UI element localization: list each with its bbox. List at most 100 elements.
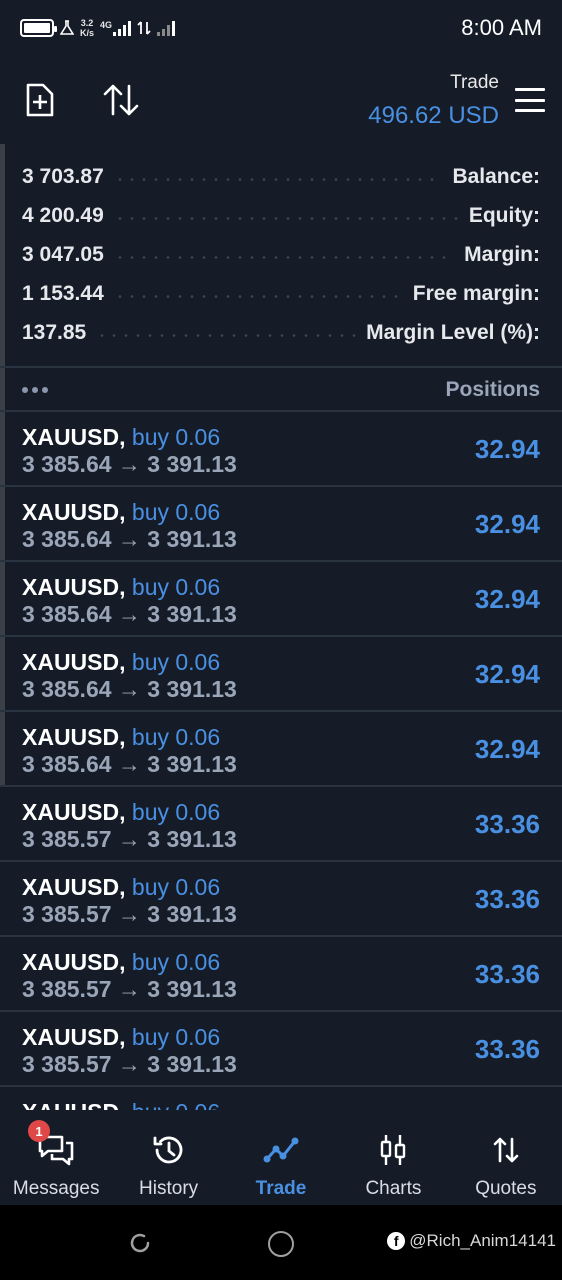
position-symbol: XAUUSD, — [22, 874, 126, 900]
position-symbol: XAUUSD, — [22, 649, 126, 675]
position-profit: 32.94 — [474, 659, 540, 689]
position-profit: 33.36 — [474, 884, 540, 914]
position-profit: 32.94 — [474, 584, 540, 614]
position-side: buy 0.06 — [131, 574, 221, 600]
data-transfer-icon — [137, 21, 151, 35]
position-row[interactable]: XAUUSD, buy 0.06 — [0, 1087, 562, 1110]
position-prices: 3 385.64 → 3 391.13 — [22, 601, 237, 627]
position-symbol: XAUUSD, — [22, 949, 126, 975]
header-balance: 496.62 USD — [368, 102, 499, 129]
status-time: 8:00 AM — [461, 15, 542, 40]
position-symbol: XAUUSD, — [22, 799, 126, 825]
menu-icon[interactable] — [515, 88, 545, 112]
balance-label: Balance: — [452, 164, 540, 188]
dot-leader — [113, 217, 459, 220]
new-order-icon[interactable] — [20, 80, 60, 120]
margin-level-value: 137.85 — [22, 320, 87, 344]
nav-label: Charts — [365, 1178, 422, 1199]
margin-level-label: Margin Level (%): — [366, 320, 540, 344]
position-prices: 3 385.64 → 3 391.13 — [22, 451, 237, 477]
home-button[interactable] — [268, 1231, 294, 1257]
status-bar: 3.2 K/s 4G 8:00 AM — [0, 0, 562, 56]
position-symbol: XAUUSD, — [22, 499, 126, 525]
nav-label: Trade — [255, 1178, 307, 1199]
position-symbol: XAUUSD, — [22, 724, 126, 750]
position-side: buy 0.06 — [131, 424, 221, 450]
flask-icon — [60, 20, 74, 35]
position-side: buy 0.06 — [131, 1024, 221, 1050]
margin-label: Margin: — [464, 242, 540, 266]
position-profit: 32.94 — [474, 509, 540, 539]
position-profit: 32.94 — [474, 734, 540, 764]
position-prices: 3 385.64 → 3 391.13 — [22, 676, 237, 702]
system-nav-bar: f @Rich_Anim14141 — [0, 1205, 562, 1280]
account-summary: 3 703.87 Balance: 4 200.49 Equity: 3 047… — [0, 157, 562, 352]
dot-leader — [113, 178, 443, 181]
nav-messages[interactable]: 1 Messages — [0, 1110, 112, 1205]
free-margin-value: 1 153.44 — [22, 281, 104, 305]
position-symbol: XAUUSD, — [22, 574, 126, 600]
charts-icon — [373, 1130, 413, 1170]
facebook-icon: f — [387, 1232, 406, 1250]
position-row[interactable]: XAUUSD, buy 0.06 3 385.64 → 3 391.13 32.… — [0, 637, 562, 712]
nav-label: History — [139, 1178, 199, 1199]
equity-label: Equity: — [468, 203, 540, 227]
position-row[interactable]: XAUUSD, buy 0.06 3 385.64 → 3 391.13 32.… — [0, 712, 562, 787]
position-row[interactable]: XAUUSD, buy 0.06 3 385.57 → 3 391.13 33.… — [0, 937, 562, 1012]
free-margin-label: Free margin: — [412, 281, 540, 305]
more-options-icon[interactable] — [22, 387, 48, 393]
position-row[interactable]: XAUUSD, buy 0.06 3 385.64 → 3 391.13 32.… — [0, 412, 562, 487]
history-icon — [149, 1130, 189, 1170]
position-side: buy 0.06 — [131, 724, 221, 750]
summary-row-free-margin: 1 153.44 Free margin: — [0, 274, 562, 313]
position-row[interactable]: XAUUSD, buy 0.06 3 385.57 → 3 391.13 33.… — [0, 1012, 562, 1087]
positions-label: Positions — [445, 378, 540, 401]
position-prices: 3 385.57 → 3 391.13 — [22, 976, 237, 1002]
position-prices: 3 385.57 → 3 391.13 — [22, 1051, 237, 1077]
watermark: f @Rich_Anim14141 — [387, 1231, 556, 1251]
position-row[interactable]: XAUUSD, buy 0.06 3 385.64 → 3 391.13 32.… — [0, 562, 562, 637]
dot-leader — [113, 295, 403, 298]
position-symbol: XAUUSD, — [22, 1024, 126, 1050]
margin-value: 3 047.05 — [22, 242, 104, 266]
position-prices: 3 385.57 → 3 391.13 — [22, 826, 237, 852]
dot-leader — [113, 256, 455, 259]
position-symbol: XAUUSD, — [22, 1099, 126, 1110]
nav-label: Quotes — [475, 1178, 537, 1199]
position-row[interactable]: XAUUSD, buy 0.06 3 385.57 → 3 391.13 33.… — [0, 862, 562, 937]
signal-icon-2 — [157, 20, 176, 36]
positions-list: XAUUSD, buy 0.06 3 385.64 → 3 391.13 32.… — [0, 412, 562, 1110]
position-symbol: XAUUSD, — [22, 424, 126, 450]
positions-header: Positions — [0, 368, 562, 412]
recents-icon[interactable] — [128, 1231, 152, 1255]
position-side: buy 0.06 — [131, 874, 221, 900]
position-prices: 3 385.64 → 3 391.13 — [22, 751, 237, 777]
battery-icon — [20, 19, 57, 37]
nav-label: Messages — [12, 1178, 100, 1199]
position-side: buy 0.06 — [131, 799, 221, 825]
position-row[interactable]: XAUUSD, buy 0.06 3 385.57 → 3 391.13 33.… — [0, 787, 562, 862]
position-profit: 33.36 — [474, 809, 540, 839]
position-prices: 3 385.64 → 3 391.13 — [22, 526, 237, 552]
position-row[interactable]: XAUUSD, buy 0.06 3 385.64 → 3 391.13 32.… — [0, 487, 562, 562]
watermark-text: @Rich_Anim14141 — [409, 1231, 556, 1250]
nav-charts[interactable]: Charts — [337, 1110, 449, 1205]
signal-4g: 4G — [100, 20, 132, 36]
summary-row-margin-level: 137.85 Margin Level (%): — [0, 313, 562, 352]
nav-quotes[interactable]: Quotes — [450, 1110, 562, 1205]
position-side: buy 0.06 — [131, 499, 221, 525]
quotes-icon — [486, 1130, 526, 1170]
equity-value: 4 200.49 — [22, 203, 104, 227]
position-prices: 3 385.57 → 3 391.13 — [22, 901, 237, 927]
status-left: 3.2 K/s 4G — [20, 18, 176, 38]
bottom-nav: 1 Messages History Trade Charts Quotes — [0, 1110, 562, 1205]
sort-icon[interactable] — [101, 80, 141, 120]
position-profit: 33.36 — [474, 959, 540, 989]
summary-row-margin: 3 047.05 Margin: — [0, 235, 562, 274]
summary-row-equity: 4 200.49 Equity: — [0, 196, 562, 235]
summary-row-balance: 3 703.87 Balance: — [0, 157, 562, 196]
position-profit: 32.94 — [474, 434, 540, 464]
nav-trade[interactable]: Trade — [225, 1110, 337, 1205]
nav-history[interactable]: History — [112, 1110, 224, 1205]
trade-icon — [261, 1130, 301, 1170]
